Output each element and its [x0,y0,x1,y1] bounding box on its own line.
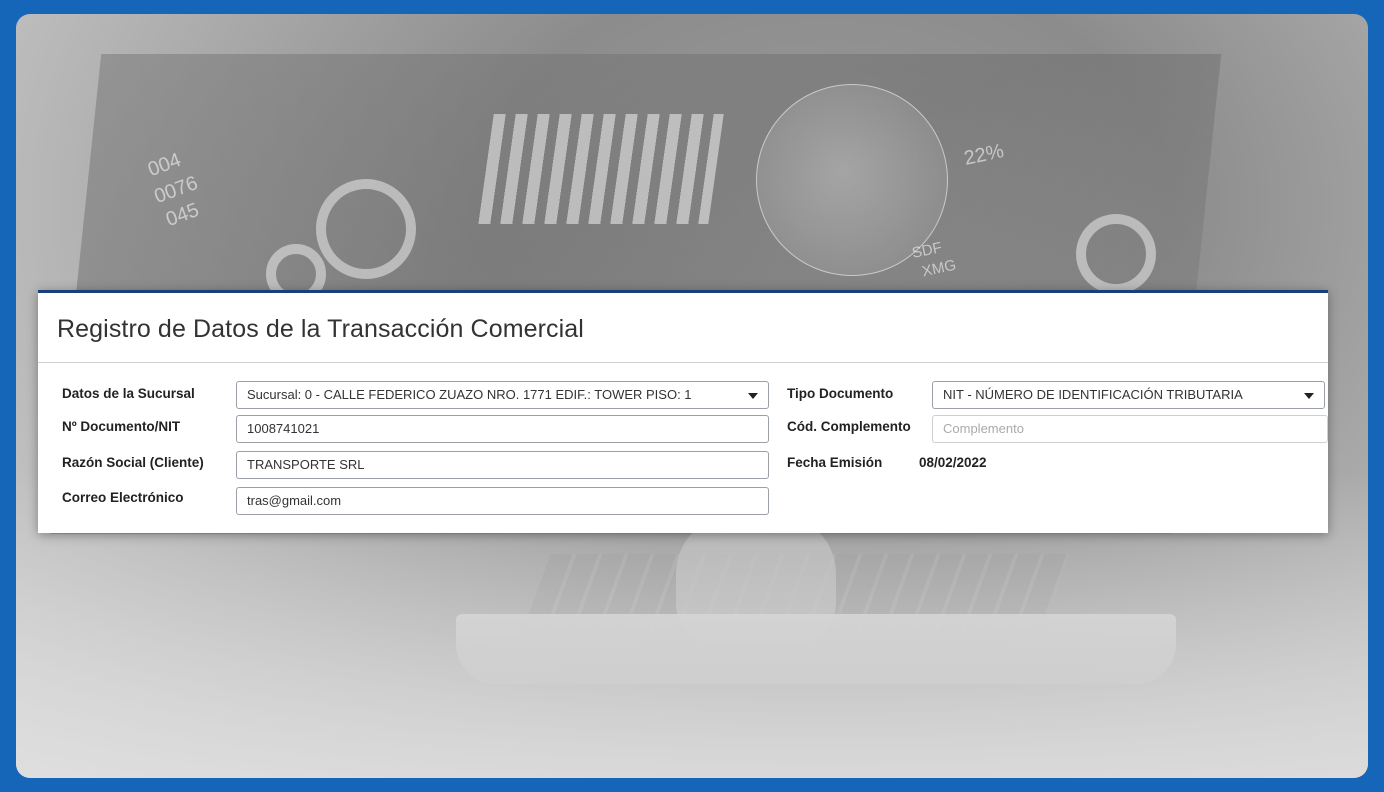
tipo-documento-label: Tipo Documento [787,386,894,401]
transaction-form-panel: Registro de Datos de la Transacción Come… [38,290,1328,533]
chevron-down-icon [748,393,758,399]
sucursal-selected-value: Sucursal: 0 - CALLE FEDERICO ZUAZO NRO. … [247,387,692,402]
correo-value: tras@gmail.com [247,493,342,508]
fecha-value: 08/02/2022 [919,455,987,470]
complemento-placeholder: Complemento [943,421,1024,436]
correo-label: Correo Electrónico [62,490,184,505]
panel-header: Registro de Datos de la Transacción Come… [38,293,1328,363]
tipo-documento-select[interactable]: NIT - NÚMERO DE IDENTIFICACIÓN TRIBUTARI… [932,381,1325,409]
documento-input[interactable]: 1008741021 [236,415,769,443]
complemento-input[interactable]: Complemento [932,415,1328,443]
fecha-label: Fecha Emisión [787,455,883,470]
tipo-documento-selected-value: NIT - NÚMERO DE IDENTIFICACIÓN TRIBUTARI… [943,387,1243,402]
razon-social-value: TRANSPORTE SRL [247,457,365,472]
sucursal-label: Datos de la Sucursal [62,386,195,401]
correo-input[interactable]: tras@gmail.com [236,487,769,515]
chevron-down-icon [1304,393,1314,399]
documento-value: 1008741021 [247,421,320,436]
documento-label: Nº Documento/NIT [62,419,181,434]
sucursal-select[interactable]: Sucursal: 0 - CALLE FEDERICO ZUAZO NRO. … [236,381,769,409]
complemento-label: Cód. Complemento [787,419,911,434]
razon-social-label: Razón Social (Cliente) [62,455,204,470]
page-title: Registro de Datos de la Transacción Come… [57,315,584,343]
razon-social-input[interactable]: TRANSPORTE SRL [236,451,769,479]
